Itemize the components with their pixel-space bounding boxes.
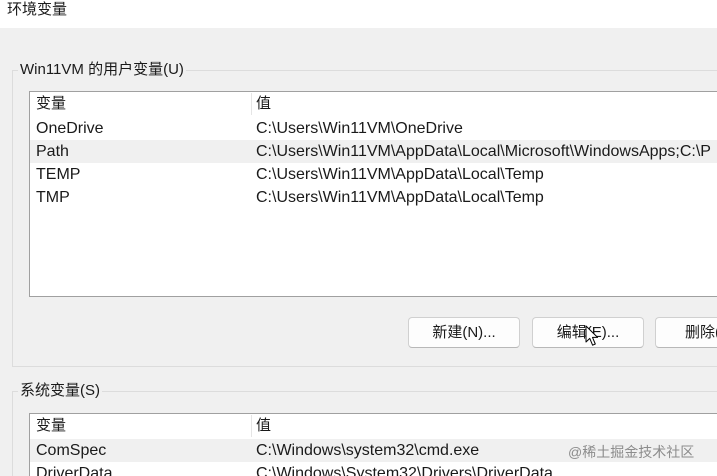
variable-value-cell: C:\Users\Win11VM\OneDrive (256, 120, 463, 137)
watermark-text: @稀土掘金技术社区 (568, 444, 695, 460)
mouse-pointer-shape (585, 325, 599, 346)
list-header: 变量 值 (30, 92, 717, 116)
list-header: 变量 值 (30, 414, 717, 438)
dialog-title: 环境变量 (7, 1, 68, 18)
user-variable-row[interactable]: Path C:\Users\Win11VM\AppData\Local\Micr… (30, 140, 717, 163)
user-variable-row[interactable]: OneDrive C:\Users\Win11VM\OneDrive (30, 117, 717, 140)
variable-name-cell: OneDrive (36, 120, 104, 137)
variable-value-cell: C:\Users\Win11VM\AppData\Local\Microsoft… (256, 143, 711, 160)
title-bar: 环境变量 (0, 0, 717, 28)
variable-name-cell: ComSpec (36, 442, 107, 459)
system-variable-row[interactable]: DriverData C:\Windows\System32\Drivers\D… (30, 462, 717, 476)
variable-name-cell: DriverData (36, 465, 113, 476)
variable-value-cell: C:\Users\Win11VM\AppData\Local\Temp (256, 189, 544, 206)
variable-name-cell: TMP (36, 189, 70, 206)
column-resize-handle[interactable] (251, 93, 252, 115)
column-header-variable[interactable]: 变量 (36, 92, 246, 116)
environment-variables-dialog: 环境变量 Win11VM 的用户变量(U) 变量 值 OneDrive C:\U… (0, 0, 717, 476)
delete-user-variable-button[interactable]: 删除( (655, 317, 717, 348)
column-resize-handle[interactable] (251, 415, 252, 437)
column-header-value[interactable]: 值 (256, 92, 456, 116)
system-variables-group-label: 系统变量(S) (18, 381, 102, 401)
variable-name-cell: Path (36, 143, 69, 160)
user-variables-list[interactable]: 变量 值 OneDrive C:\Users\Win11VM\OneDrive … (29, 91, 717, 297)
user-variable-row[interactable]: TMP C:\Users\Win11VM\AppData\Local\Temp (30, 186, 717, 209)
user-variables-group-label: Win11VM 的用户变量(U) (18, 60, 186, 80)
mouse-pointer-icon (585, 325, 599, 346)
variable-value-cell: C:\Windows\System32\Drivers\DriverData (256, 465, 553, 476)
variable-name-cell: TEMP (36, 166, 81, 183)
new-user-variable-button[interactable]: 新建(N)... (408, 317, 520, 348)
user-variable-row[interactable]: TEMP C:\Users\Win11VM\AppData\Local\Temp (30, 163, 717, 186)
variable-value-cell: C:\Users\Win11VM\AppData\Local\Temp (256, 166, 544, 183)
column-header-variable[interactable]: 变量 (36, 414, 246, 438)
column-header-value[interactable]: 值 (256, 414, 456, 438)
